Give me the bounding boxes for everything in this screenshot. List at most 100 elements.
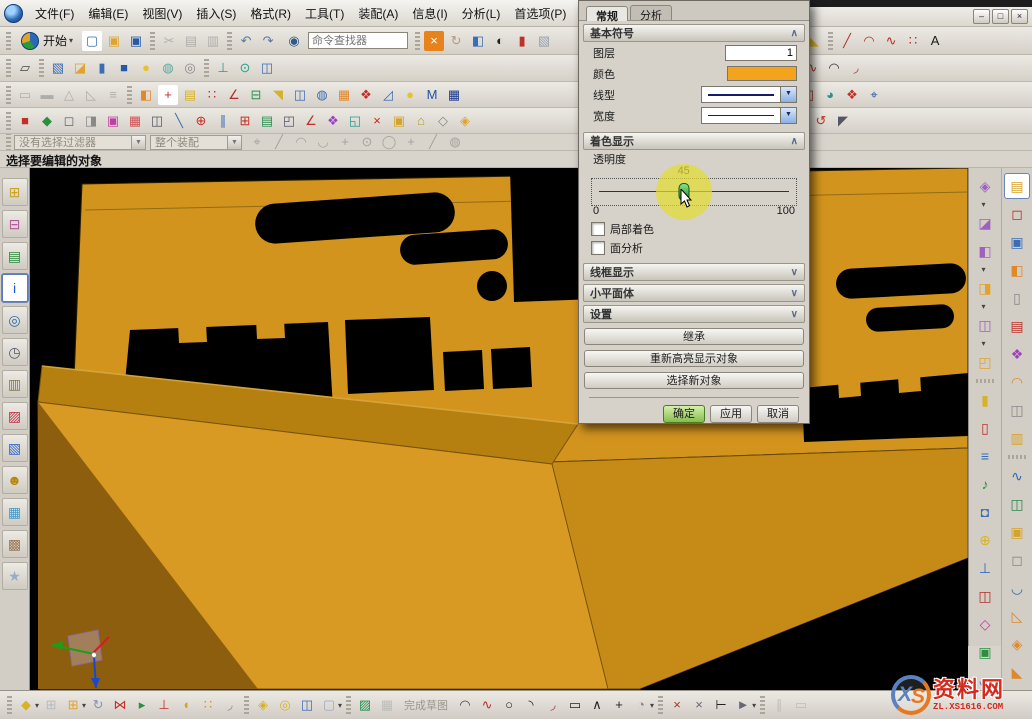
broom-icon[interactable]: ⌂ bbox=[411, 111, 431, 131]
sphere-icon[interactable]: ● bbox=[136, 58, 156, 78]
toolbar-grip[interactable] bbox=[6, 134, 11, 151]
blue-line-icon[interactable]: ╲ bbox=[169, 111, 189, 131]
wave-link-dropdown-arrow[interactable]: ▾ bbox=[981, 200, 985, 209]
system-scenes-icon[interactable]: ▧ bbox=[2, 434, 28, 462]
half-cube-icon[interactable]: ◨ bbox=[81, 111, 101, 131]
corner-curve-icon[interactable]: ◞ bbox=[846, 58, 866, 78]
flower-box-icon[interactable]: ❖ bbox=[1005, 342, 1029, 366]
start-menu-button[interactable]: 开始 ▾ bbox=[14, 31, 81, 51]
material-m-icon[interactable]: M bbox=[422, 85, 442, 105]
binoculars-icon[interactable]: ◉ bbox=[284, 31, 304, 51]
layer-cake-icon[interactable]: ▤ bbox=[1005, 314, 1029, 338]
menu-item-edit[interactable]: 编辑(E) bbox=[81, 3, 135, 24]
sketch-fillet-icon[interactable]: ◝ bbox=[521, 695, 541, 715]
measure-ruler-icon[interactable]: ▤ bbox=[180, 85, 200, 105]
check-box-icon[interactable]: ◱ bbox=[345, 111, 365, 131]
menu-item-preferences[interactable]: 首选项(P) bbox=[507, 3, 573, 24]
coin-stack-icon[interactable]: ▥ bbox=[1005, 426, 1029, 450]
component-cube-dropdown-arrow[interactable]: ▾ bbox=[338, 701, 342, 710]
color-swatch[interactable] bbox=[727, 66, 797, 81]
make-corner-icon[interactable]: ⊢ bbox=[711, 695, 731, 715]
snap-plus-icon[interactable]: + bbox=[401, 134, 421, 151]
information-window-icon[interactable]: i bbox=[2, 274, 28, 302]
exploded-view-icon[interactable]: ◈ bbox=[253, 695, 273, 715]
draft-icon[interactable]: ◺ bbox=[81, 85, 101, 105]
color-dots-icon[interactable]: ❖ bbox=[356, 85, 376, 105]
toolbar-grip[interactable] bbox=[7, 696, 12, 714]
undo-icon[interactable]: ↶ bbox=[236, 31, 256, 51]
sketch-shape-icon[interactable]: ◔ bbox=[631, 695, 651, 715]
cut-icon[interactable]: ✂ bbox=[159, 31, 179, 51]
snap-mid-icon[interactable]: + bbox=[335, 134, 355, 151]
snap-arc-low-icon[interactable]: ◡ bbox=[313, 134, 333, 151]
sketch-color-icon[interactable]: ▨ bbox=[355, 695, 375, 715]
chevron-up-icon[interactable]: ∧ bbox=[791, 136, 798, 147]
plate-pair-icon[interactable]: ◫ bbox=[1005, 398, 1029, 422]
electrode-bolt-icon[interactable]: ▮ bbox=[973, 388, 997, 412]
inherit-button[interactable]: 继承 bbox=[584, 328, 804, 345]
white-cube-icon[interactable]: ◻ bbox=[59, 111, 79, 131]
sketch-shape-dropdown-arrow[interactable]: ▾ bbox=[650, 701, 654, 710]
copy-face-dropdown-arrow[interactable]: ▾ bbox=[981, 265, 985, 274]
menu-item-analysis[interactable]: 分析(L) bbox=[455, 3, 508, 24]
constraint-arrow-icon[interactable]: ► bbox=[733, 695, 753, 715]
part-navigator-icon[interactable]: ▤ bbox=[2, 242, 28, 270]
menu-item-format[interactable]: 格式(R) bbox=[243, 3, 298, 24]
wave-m-icon[interactable]: ∿ bbox=[1005, 464, 1029, 488]
stamp-icon[interactable]: ❖ bbox=[842, 85, 862, 105]
wave-geometry-icon[interactable]: ◫ bbox=[297, 695, 317, 715]
add-component-dropdown-arrow[interactable]: ▾ bbox=[82, 701, 86, 710]
menu-item-tools[interactable]: 工具(T) bbox=[298, 3, 351, 24]
snap-slash-icon[interactable]: ╱ bbox=[423, 134, 443, 151]
profile-tool-icon[interactable]: ◠ bbox=[455, 695, 475, 715]
red-cube-icon[interactable]: ■ bbox=[15, 111, 35, 131]
chevron-down-icon[interactable]: ∨ bbox=[791, 267, 798, 278]
section-view-icon[interactable]: ▮ bbox=[512, 31, 532, 51]
gold-blob-icon[interactable]: ● bbox=[400, 85, 420, 105]
slope-face-icon[interactable]: ◿ bbox=[378, 85, 398, 105]
divide-face-icon[interactable]: + bbox=[158, 85, 178, 105]
selection-filter-combo[interactable]: 没有选择过滤器 ▼ bbox=[14, 135, 146, 150]
cylinder-icon[interactable]: ▮ bbox=[92, 58, 112, 78]
electrode-bone-icon[interactable]: ◇ bbox=[973, 612, 997, 636]
wave-link-icon[interactable]: ◈ bbox=[973, 174, 997, 198]
group-header-settings[interactable]: 设置 ∨ bbox=[583, 305, 805, 323]
color-gradient-icon[interactable]: ▨ bbox=[2, 402, 28, 430]
width-arrow-icon[interactable]: ▼ bbox=[780, 108, 796, 123]
selection-scope-combo[interactable]: 整个装配 ▼ bbox=[150, 135, 242, 150]
close-button[interactable]: × bbox=[1011, 9, 1028, 24]
selection-scope-arrow-icon[interactable]: ▼ bbox=[227, 136, 241, 149]
rotate-circle-icon[interactable]: ↺ bbox=[811, 111, 831, 131]
width-combo[interactable]: ▼ bbox=[701, 107, 797, 124]
constraint-navigator-icon[interactable]: ⊟ bbox=[2, 210, 28, 238]
linetype-combo[interactable]: ▼ bbox=[701, 86, 797, 103]
sketch-icon[interactable]: ▱ bbox=[15, 58, 35, 78]
edit-face-icon[interactable]: ◧ bbox=[136, 85, 156, 105]
extract-body-icon[interactable]: ◨ bbox=[973, 276, 997, 300]
studio-squiggle-icon[interactable]: ∿ bbox=[477, 695, 497, 715]
tray-icon[interactable]: ◺ bbox=[1005, 604, 1029, 628]
orange-shell-icon[interactable]: ◠ bbox=[1005, 370, 1029, 394]
electrode-path-icon[interactable]: ≡ bbox=[973, 444, 997, 468]
interpart-link-icon[interactable]: ◎ bbox=[275, 695, 295, 715]
layer-input[interactable] bbox=[725, 45, 797, 61]
calculator-icon[interactable]: ▦ bbox=[444, 85, 464, 105]
electrode-note-icon[interactable]: ♪ bbox=[973, 472, 997, 496]
scene-image-icon[interactable]: ▦ bbox=[2, 498, 28, 526]
group-header-wireframe[interactable]: 线框显示 ∨ bbox=[583, 263, 805, 281]
extract-body-dropdown-arrow[interactable]: ▾ bbox=[981, 302, 985, 311]
save-part-icon[interactable]: ▣ bbox=[126, 31, 146, 51]
barrel-icon[interactable]: ◍ bbox=[312, 85, 332, 105]
sketch-rectangle-icon[interactable]: ▭ bbox=[565, 695, 585, 715]
electrode-wheel-icon[interactable]: ⊕ bbox=[973, 528, 997, 552]
toolbar-grip[interactable] bbox=[6, 32, 11, 50]
boss-icon[interactable]: ▬ bbox=[37, 85, 57, 105]
globe-cake-icon[interactable]: ◕ bbox=[820, 85, 840, 105]
sketch-grid-icon[interactable]: ▦ bbox=[377, 695, 397, 715]
patch-body-icon[interactable]: ◰ bbox=[973, 350, 997, 374]
shell-stack-icon[interactable]: ≡ bbox=[103, 85, 123, 105]
sketch-polygon-icon[interactable]: ∧ bbox=[587, 695, 607, 715]
layer-colors-icon[interactable]: ▤ bbox=[257, 111, 277, 131]
wizard-icon[interactable]: ★ bbox=[2, 562, 28, 590]
paste-icon[interactable]: ▥ bbox=[203, 31, 223, 51]
